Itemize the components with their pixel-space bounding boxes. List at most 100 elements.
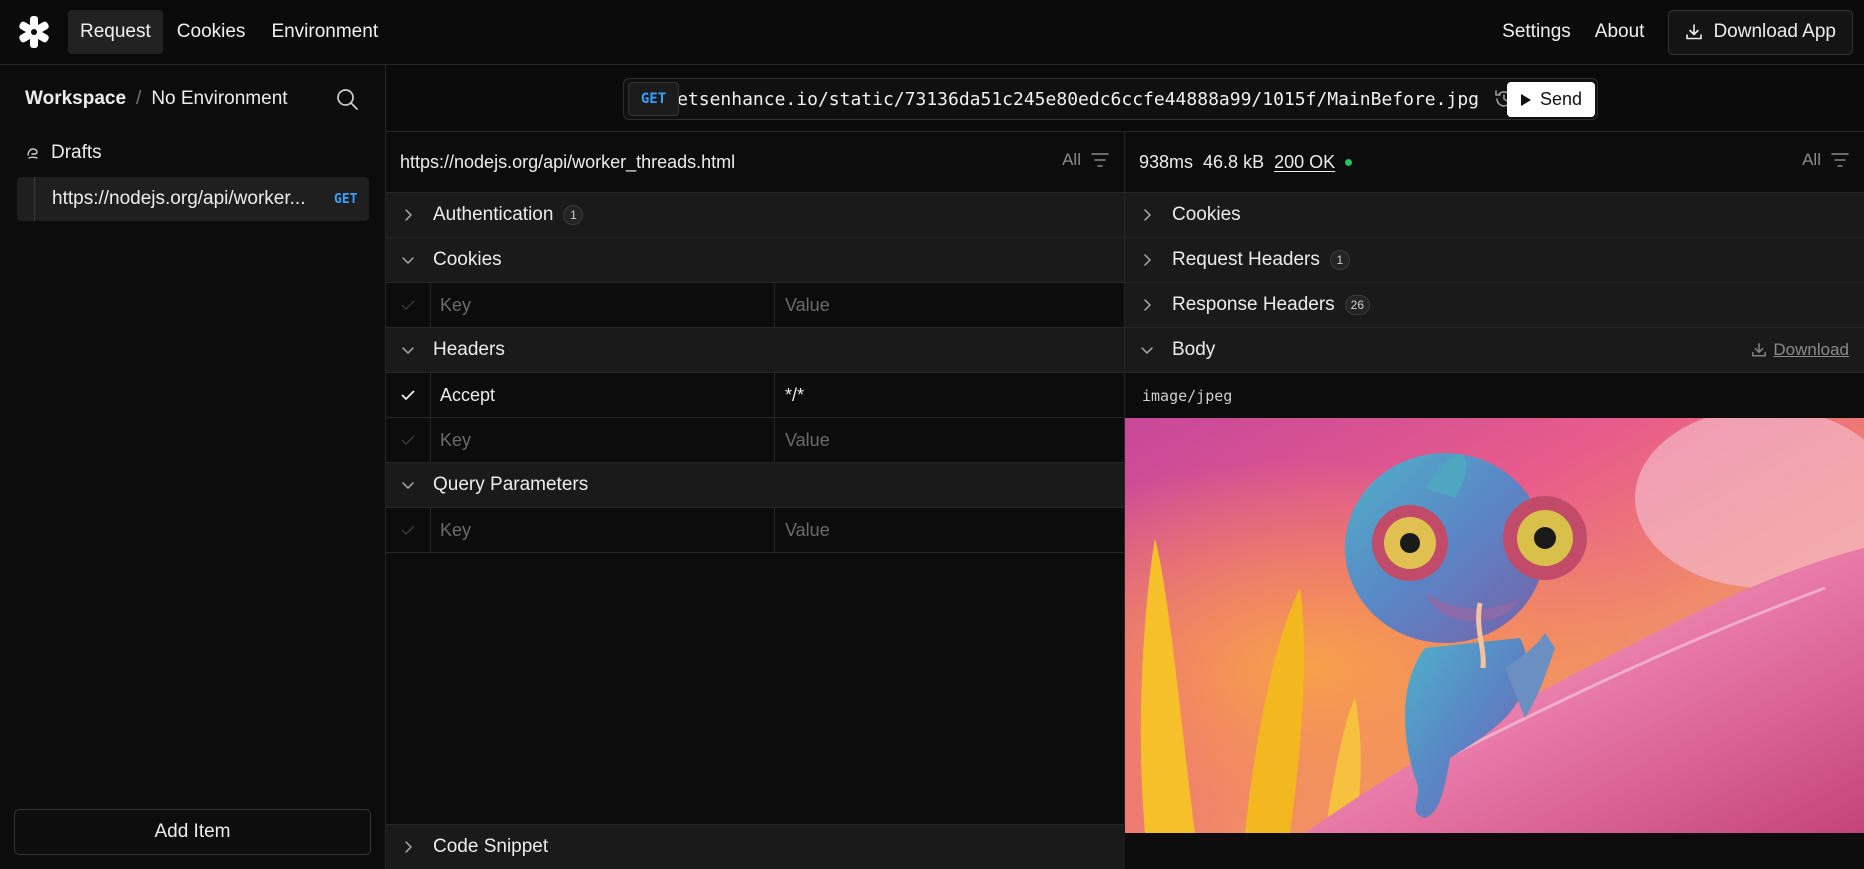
section-label: Query Parameters [433,474,589,495]
url-input-text: https://letsenhance.io/static/73136da51c… [679,88,1479,110]
download-icon [1686,24,1703,40]
add-item-button[interactable]: Add Item [14,809,371,855]
section-query-parameters[interactable]: Query Parameters [386,463,1124,508]
section-code-snippet[interactable]: Code Snippet [386,824,1125,869]
section-label: Authentication [433,204,554,225]
method-badge: GET [334,191,358,207]
section-label: Headers [433,339,505,360]
top-right-actions: Settings About Download App [1502,0,1864,64]
response-stats: 938ms 46.8 kB 200 OK [1139,151,1353,173]
breadcrumb-separator: / [136,87,142,109]
cookie-row-empty: Key Value [386,283,1124,328]
environment-label[interactable]: No Environment [151,88,287,110]
download-app-label: Download App [1713,21,1836,42]
url-input[interactable]: https://letsenhance.io/static/73136da51c… [679,89,1479,110]
app-logo-icon[interactable] [17,15,51,49]
chevron-right-icon [1144,209,1151,221]
header-row: Accept */* [386,373,1124,418]
count-badge: 1 [563,205,584,225]
check-icon [401,435,415,445]
key-input[interactable]: Key [431,283,775,327]
chevron-down-icon [402,347,414,354]
check-icon [401,525,415,535]
request-title: https://nodejs.org/api/worker_threads.ht… [386,132,1124,193]
url-bar: GET https://letsenhance.io/static/73136d… [623,78,1598,120]
request-filter-label: All [1062,150,1081,169]
key-input[interactable]: Accept [431,373,775,417]
drafts-folder[interactable]: Drafts [25,142,102,164]
workspace-label[interactable]: Workspace [25,88,126,110]
value-input[interactable]: Value [775,508,1124,552]
chameleon-image [1125,418,1864,833]
response-image-preview [1125,418,1864,833]
value-input[interactable]: */* [775,373,1124,417]
workspace-breadcrumb: Workspace / No Environment [0,65,385,132]
send-label: Send [1539,89,1583,109]
chevron-down-icon [402,482,414,489]
response-time: 938ms [1139,151,1194,172]
url-bar-row: GET https://letsenhance.io/static/73136d… [386,65,1864,132]
section-response-cookies[interactable]: Cookies [1125,193,1864,238]
download-label: Download [1773,340,1849,359]
row-checkbox[interactable] [386,283,431,327]
nav-tab-request[interactable]: Request [68,10,163,54]
section-label: Body [1172,339,1216,360]
key-input[interactable]: Key [431,508,775,552]
filter-icon [1831,153,1849,167]
drafts-icon [27,148,38,159]
value-input[interactable]: Value [775,283,1124,327]
play-icon [1520,93,1531,106]
response-panel: 938ms 46.8 kB 200 OK All Cookies Request… [1125,132,1864,869]
response-stats-bar: 938ms 46.8 kB 200 OK All [1125,132,1864,193]
download-body-link[interactable]: Download [1751,340,1849,360]
count-badge: 26 [1344,295,1371,315]
sidebar-item-draft[interactable]: https://nodejs.org/api/worker... GET [17,177,369,221]
check-icon [401,390,415,401]
nav-tab-cookies[interactable]: Cookies [165,10,258,54]
section-cookies[interactable]: Cookies [386,238,1124,283]
about-link[interactable]: About [1595,21,1645,43]
row-checkbox[interactable] [386,508,431,552]
body-mime-type: image/jpeg [1142,386,1233,405]
value-input[interactable]: Value [775,418,1124,462]
method-select[interactable]: GET [628,82,679,116]
section-body[interactable]: Body Download [1125,328,1864,373]
nav-tab-environment[interactable]: Environment [259,10,390,54]
chevron-down-icon [402,257,414,264]
section-authentication[interactable]: Authentication 1 [386,193,1124,238]
download-app-button[interactable]: Download App [1668,9,1853,55]
count-badge: 1 [1329,250,1350,270]
search-icon[interactable] [335,87,359,111]
response-filter-label: All [1802,150,1821,169]
section-label: Code Snippet [433,836,549,857]
response-filter[interactable]: All [1802,150,1849,170]
section-headers[interactable]: Headers [386,328,1124,373]
request-url-title: https://nodejs.org/api/worker_threads.ht… [400,151,736,172]
header-row-empty: Key Value [386,418,1124,463]
chevron-right-icon [1144,254,1151,266]
section-request-headers[interactable]: Request Headers 1 [1125,238,1864,283]
chevron-right-icon [1144,299,1151,311]
check-icon [401,300,415,310]
settings-link[interactable]: Settings [1502,21,1571,43]
row-checkbox[interactable] [386,373,431,417]
section-response-headers[interactable]: Response Headers 26 [1125,283,1864,328]
key-input[interactable]: Key [431,418,775,462]
top-bar: Request Cookies Environment Settings Abo… [0,0,1864,65]
status-dot [1345,158,1353,166]
sidebar: Workspace / No Environment Drafts https:… [0,65,386,869]
drafts-label: Drafts [51,142,102,163]
section-label: Cookies [1172,204,1241,225]
request-filter[interactable]: All [1062,150,1109,170]
chevron-right-icon [405,209,412,221]
row-checkbox[interactable] [386,418,431,462]
draft-item-url: https://nodejs.org/api/worker... [52,188,306,209]
query-row-empty: Key Value [386,508,1124,553]
chevron-down-icon [1141,347,1153,354]
section-label: Response Headers [1172,294,1335,315]
download-icon [1752,343,1767,357]
section-label: Cookies [433,249,502,270]
send-button[interactable]: Send [1507,82,1595,117]
response-size: 46.8 kB [1203,151,1265,172]
status-badge[interactable]: 200 OK [1274,152,1335,173]
